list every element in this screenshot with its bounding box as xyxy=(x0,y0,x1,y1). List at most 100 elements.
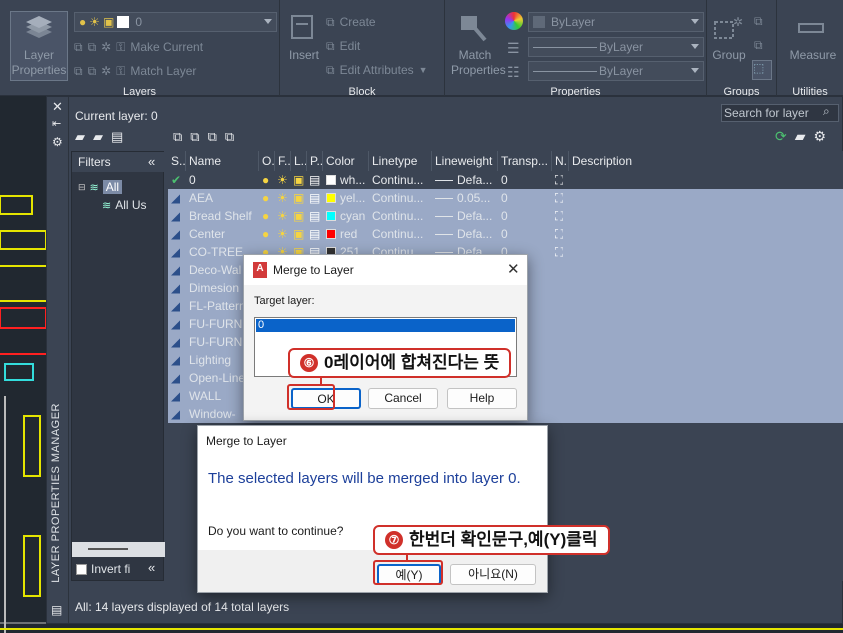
no-button[interactable]: 아니요(N) xyxy=(450,564,536,585)
lightbulb-icon[interactable]: ● xyxy=(262,189,269,207)
table-row[interactable]: ✔ 0 ● ☀ ▣ ▤ wh... Continu... Defa... 0 ⛶ xyxy=(168,171,843,189)
cancel-button[interactable]: Cancel xyxy=(368,388,438,409)
refresh-icon[interactable]: ⟳ xyxy=(775,128,787,145)
layer-states-manager-icon[interactable]: ▤ xyxy=(111,129,123,145)
linetype-cell[interactable]: Continu... xyxy=(372,225,430,243)
new-property-filter-icon[interactable]: ▰ xyxy=(75,129,85,145)
column-header[interactable]: Color xyxy=(323,151,369,171)
search-input[interactable]: Search for layer xyxy=(721,104,839,122)
new-vp-freeze-icon[interactable]: ⛶ xyxy=(555,189,563,207)
lock-icon[interactable]: ▣ xyxy=(293,207,304,225)
autohide-icon[interactable]: ⇤ xyxy=(52,117,61,130)
horizontal-scrollbar[interactable] xyxy=(72,542,165,557)
transparency-cell[interactable]: 0 xyxy=(501,225,551,243)
linetype-cell[interactable]: Continu... xyxy=(372,207,430,225)
layer-settings-icon[interactable]: ▰ xyxy=(795,128,806,145)
layer-tool-icon[interactable]: ⚿ xyxy=(116,64,125,79)
color-cell[interactable]: yel... xyxy=(326,189,368,207)
lineweight-dropdown[interactable]: ByLayer xyxy=(528,37,704,57)
column-header[interactable]: Name xyxy=(186,151,259,171)
gear-icon[interactable]: ⚙ xyxy=(814,128,827,145)
column-header[interactable]: N.. xyxy=(552,151,569,171)
scrollbar-thumb[interactable] xyxy=(88,548,128,550)
tree-expander-icon[interactable]: ⊟ xyxy=(78,182,86,193)
color-cell[interactable]: red xyxy=(326,225,368,243)
help-button[interactable]: Help xyxy=(447,388,517,409)
lock-icon[interactable]: ▣ xyxy=(293,225,304,243)
column-header[interactable]: Description xyxy=(569,151,843,171)
plot-icon[interactable]: ▤ xyxy=(309,207,320,225)
lineweight-cell[interactable]: Defa... xyxy=(435,225,497,243)
layer-tool-icon[interactable]: ✲ xyxy=(101,40,111,54)
color-dropdown[interactable]: ByLayer xyxy=(528,12,704,32)
column-header[interactable]: F.. xyxy=(275,151,291,171)
transparency-cell[interactable]: 0 xyxy=(501,171,551,189)
filter-tree-all-used[interactable]: ≋ All Us xyxy=(102,198,147,212)
plot-icon[interactable]: ▤ xyxy=(309,171,320,189)
edit-attributes[interactable]: ⧉ Edit Attributes ▼ xyxy=(326,61,428,79)
new-layer-icon[interactable]: ⧉ xyxy=(173,129,182,145)
group-button[interactable]: Group xyxy=(709,12,749,63)
new-layer-frozen-icon[interactable]: ⧉ xyxy=(190,129,199,145)
layer-tool-icon[interactable]: ⧉ xyxy=(88,64,97,79)
layer-tool-icon[interactable]: ✲ xyxy=(101,64,111,78)
linetype-dropdown[interactable]: ByLayer xyxy=(528,61,704,81)
list-item[interactable]: 0 xyxy=(256,319,515,332)
lineweight-cell[interactable]: Defa... xyxy=(435,171,497,189)
lightbulb-icon[interactable]: ● xyxy=(262,207,269,225)
filter-tree-all[interactable]: ⊟ ≋ All xyxy=(78,180,123,194)
column-header[interactable]: Transp... xyxy=(498,151,552,171)
new-vp-freeze-icon[interactable]: ⛶ xyxy=(555,225,563,243)
column-header[interactable]: Lineweight xyxy=(432,151,498,171)
lightbulb-icon[interactable]: ● xyxy=(262,171,269,189)
edit-block[interactable]: ⧉ Edit xyxy=(326,37,360,55)
plot-icon[interactable]: ▤ xyxy=(309,225,320,243)
match-properties-button[interactable]: Match Properties xyxy=(451,12,506,78)
table-row[interactable]: ◢ Bread Shelf ● ☀ ▣ ▤ cyan Continu... Defa... 0 ⛶ xyxy=(168,207,843,225)
table-row[interactable]: ◢ Center ● ☀ ▣ ▤ red Continu... Defa... 0 ⛶ xyxy=(168,225,843,243)
linetype-cell[interactable]: Continu... xyxy=(372,189,430,207)
ungroup-icon[interactable]: ⧉ xyxy=(754,14,763,29)
make-current-button[interactable]: Make Current xyxy=(130,40,203,54)
delete-layer-icon[interactable]: ⧉ xyxy=(208,129,217,145)
transparency-cell[interactable]: 0 xyxy=(501,207,551,225)
lineweight-cell[interactable]: 0.05... xyxy=(435,189,497,207)
linetype-cell[interactable]: Continu... xyxy=(372,171,430,189)
create-block[interactable]: ⧉ Create xyxy=(326,13,376,31)
invert-filter-checkbox[interactable] xyxy=(76,563,87,575)
collapse-left-icon[interactable]: « xyxy=(148,154,155,169)
group-select-icon[interactable]: ⬚ xyxy=(752,60,772,80)
plot-icon[interactable]: ▤ xyxy=(309,189,320,207)
layer-dropdown[interactable]: ● ☀ ▣ 0 xyxy=(74,12,277,32)
layer-tool-icon[interactable]: ⚿ xyxy=(116,40,125,55)
lineweight-cell[interactable]: Defa... xyxy=(435,207,497,225)
palette-menu-icon[interactable]: ▤ xyxy=(51,603,62,617)
lightbulb-icon[interactable]: ● xyxy=(262,225,269,243)
sun-icon[interactable]: ☀ xyxy=(277,189,288,207)
column-header[interactable]: L.. xyxy=(291,151,307,171)
color-cell[interactable]: cyan xyxy=(326,207,368,225)
column-header[interactable]: P.. xyxy=(307,151,323,171)
group-edit-icon[interactable]: ⧉ xyxy=(754,38,763,53)
column-header[interactable]: S.. xyxy=(168,151,186,171)
layer-tool-icon[interactable]: ⧉ xyxy=(74,40,83,55)
column-header[interactable]: Linetype xyxy=(369,151,432,171)
layer-tool-icon[interactable]: ⧉ xyxy=(74,64,83,79)
layer-tool-icon[interactable]: ⧉ xyxy=(88,40,97,55)
measure-button[interactable]: Measure xyxy=(785,12,841,63)
settings-icon[interactable]: ⚙ xyxy=(52,135,63,149)
new-vp-freeze-icon[interactable]: ⛶ xyxy=(555,171,563,189)
match-layer-button[interactable]: Match Layer xyxy=(130,64,196,78)
invert-filter-option[interactable]: Invert fi xyxy=(76,562,130,576)
column-header[interactable]: O.. xyxy=(259,151,275,171)
sun-icon[interactable]: ☀ xyxy=(277,207,288,225)
transparency-cell[interactable]: 0 xyxy=(501,189,551,207)
new-vp-freeze-icon[interactable]: ⛶ xyxy=(555,243,563,261)
new-vp-freeze-icon[interactable]: ⛶ xyxy=(555,207,563,225)
close-icon[interactable]: ✕ xyxy=(52,99,63,115)
color-cell[interactable]: wh... xyxy=(326,171,368,189)
new-group-filter-icon[interactable]: ▰ xyxy=(93,129,103,145)
lock-icon[interactable]: ▣ xyxy=(293,189,304,207)
collapse-left-icon[interactable]: « xyxy=(148,560,155,575)
table-row[interactable]: ◢ AEA ● ☀ ▣ ▤ yel... Continu... 0.05... 0 ⛶ xyxy=(168,189,843,207)
